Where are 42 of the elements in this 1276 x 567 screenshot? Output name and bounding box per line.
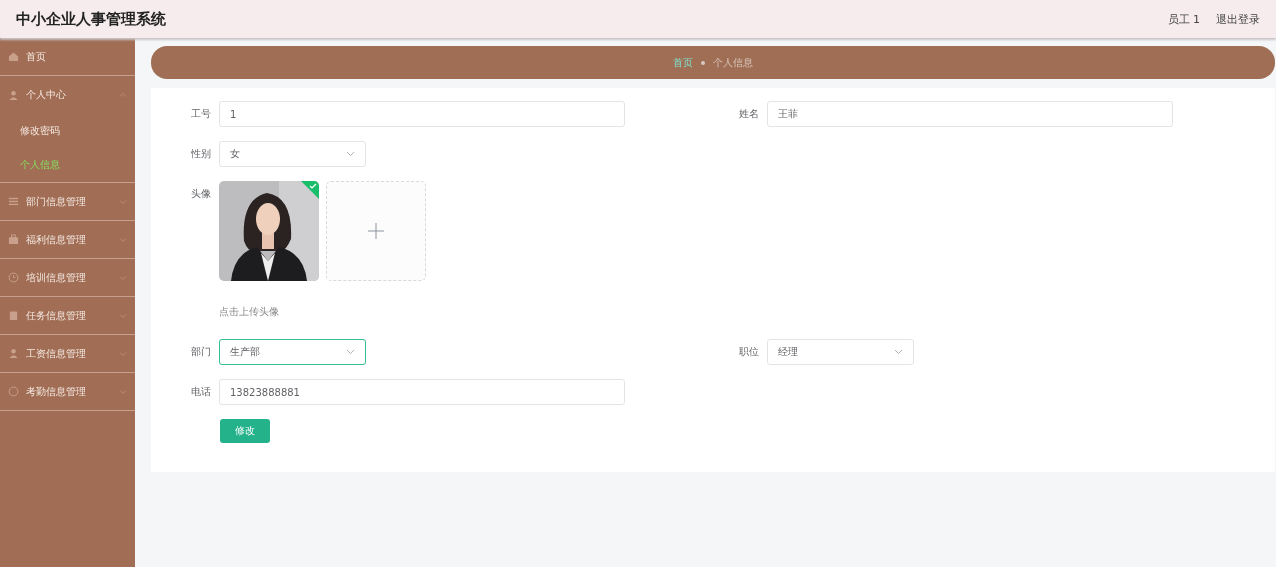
logout-link[interactable]: 退出登录	[1216, 11, 1260, 27]
text-field[interactable]: 1	[219, 101, 625, 127]
field-label: 工号	[190, 107, 212, 121]
home-icon	[8, 51, 19, 62]
nav-item[interactable]: 工资信息管理	[0, 335, 135, 373]
field-label: 电话	[190, 385, 212, 399]
upload-button[interactable]	[326, 181, 426, 281]
select-field[interactable]: 女	[219, 141, 366, 167]
nav-item[interactable]: 部门信息管理	[0, 183, 135, 221]
select-field[interactable]: 经理	[767, 339, 914, 365]
person-icon	[8, 348, 19, 359]
nav-item[interactable]: 培训信息管理	[0, 259, 135, 297]
field-label: 部门	[190, 345, 212, 359]
submit-button[interactable]: 修改	[220, 419, 270, 443]
plus-icon	[368, 223, 384, 239]
person-icon	[8, 89, 19, 101]
separator-icon	[701, 60, 705, 65]
chevron-icon	[346, 349, 355, 355]
briefcase-icon	[8, 234, 19, 245]
field-label: 职位	[738, 345, 760, 359]
nav-item[interactable]: 任务信息管理	[0, 297, 135, 335]
nav-subitem[interactable]: 个人信息	[0, 148, 135, 182]
breadcrumb-current: 个人信息	[713, 55, 753, 70]
chevron-icon	[346, 151, 355, 157]
nav-item[interactable]: 个人中心	[0, 76, 135, 114]
nav-item[interactable]: 首页	[0, 38, 135, 76]
list-icon	[8, 196, 19, 207]
nav-item[interactable]: 福利信息管理	[0, 221, 135, 259]
field-label: 头像	[190, 187, 212, 201]
nav-item[interactable]: 考勤信息管理	[0, 373, 135, 411]
field-label: 性别	[190, 147, 212, 161]
text-field[interactable]: 13823888881	[219, 379, 625, 405]
nav-subitem[interactable]: 修改密码	[0, 114, 135, 148]
field-label: 姓名	[738, 107, 760, 121]
text-field[interactable]: 王菲	[767, 101, 1173, 127]
breadcrumb-link[interactable]: 首页	[673, 55, 693, 70]
chevron-icon	[894, 349, 903, 355]
user-name: 员工 1	[1167, 11, 1200, 27]
select-field[interactable]: 生产部	[219, 339, 366, 365]
app-title: 中小企业人事管理系统	[16, 9, 166, 29]
clipboard-icon	[8, 310, 19, 321]
upload-hint: 点击上传头像	[219, 305, 280, 319]
